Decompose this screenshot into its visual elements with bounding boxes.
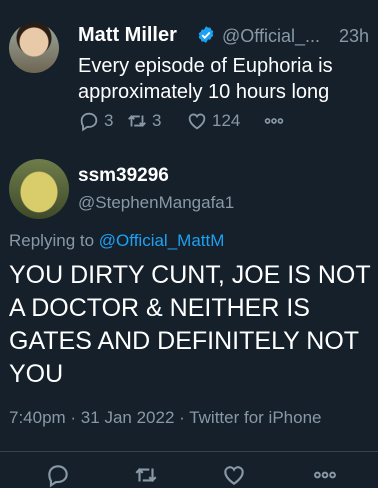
reply-author-name[interactable]: ssm39296: [78, 165, 169, 187]
like-button[interactable]: 124: [186, 110, 240, 132]
reply-text: YOU DIRTY CUNT, JOE IS NOT A DOCTOR & NE…: [9, 261, 371, 388]
more-button[interactable]: [263, 110, 285, 132]
verified-icon: [198, 26, 214, 43]
retweet-button[interactable]: 3: [126, 110, 161, 132]
author-avatar[interactable]: [9, 23, 59, 73]
replying-to: Replying to @Official_MattM: [9, 231, 224, 251]
more-icon[interactable]: [312, 462, 338, 488]
replying-prefix: Replying to: [9, 231, 95, 250]
reply-action-bar: [0, 462, 378, 488]
author-name[interactable]: Matt Miller: [78, 24, 177, 47]
reply-count: 3: [104, 111, 114, 130]
retweet-icon: [128, 115, 146, 127]
like-count: 124: [212, 111, 241, 130]
retweet-count: 3: [152, 111, 162, 130]
author-handle[interactable]: @Official_...: [222, 26, 320, 47]
retweet-icon[interactable]: [133, 462, 159, 488]
reply-button[interactable]: 3: [78, 110, 113, 132]
reply-author-handle[interactable]: @StephenMangafa1: [78, 193, 234, 213]
like-icon: [188, 113, 206, 130]
more-icon: [264, 118, 284, 124]
reply-icon: [80, 112, 98, 132]
reply-icon[interactable]: [45, 462, 71, 488]
replying-to-link[interactable]: @Official_MattM: [99, 231, 225, 250]
reply-author-avatar[interactable]: [9, 159, 69, 219]
divider: [0, 451, 378, 452]
reply-meta[interactable]: 7:40pm · 31 Jan 2022 · Twitter for iPhon…: [9, 408, 321, 428]
like-icon[interactable]: [221, 462, 247, 488]
timestamp[interactable]: 23h: [339, 26, 369, 47]
tweet-text: Every episode of Euphoria is approximate…: [78, 55, 333, 103]
